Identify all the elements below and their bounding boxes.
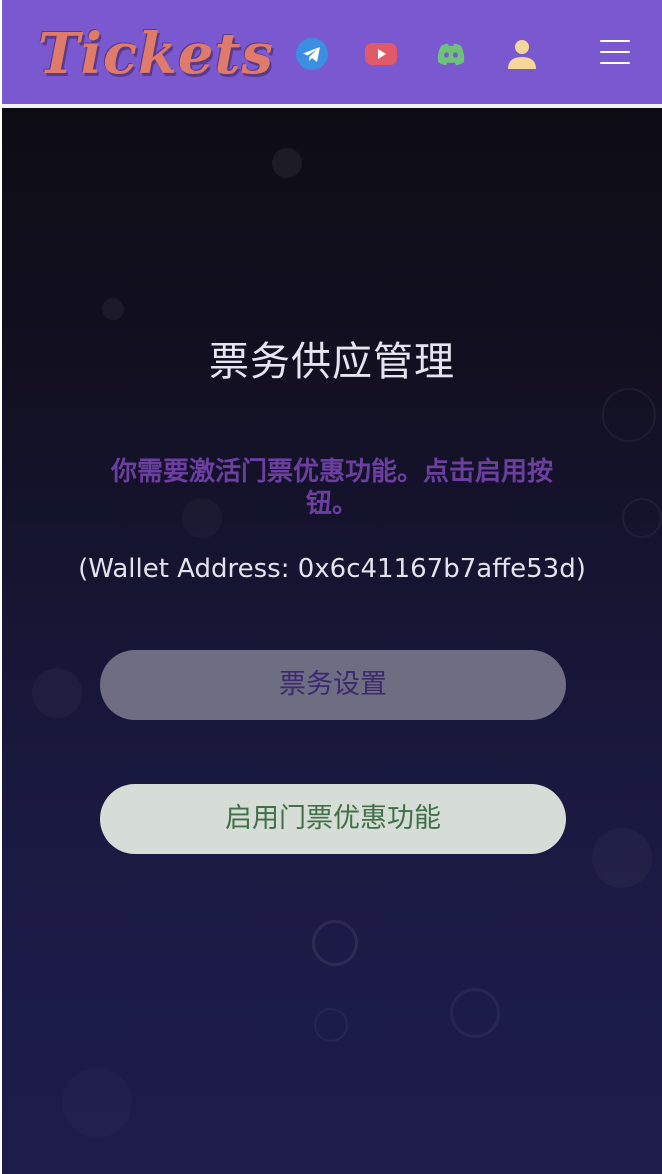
menu-icon[interactable]	[600, 40, 632, 66]
activation-notice: 你需要激活门票优惠功能。点击启用按钮。	[110, 457, 553, 519]
bokeh-decoration	[32, 668, 82, 718]
menu-line	[600, 51, 630, 53]
bokeh-decoration	[602, 388, 656, 442]
wallet-address: (Wallet Address: 0x6c41167b7affe53d)	[78, 554, 586, 584]
bokeh-decoration	[314, 1008, 348, 1042]
page-title: 票务供应管理	[209, 339, 455, 385]
bokeh-decoration	[312, 920, 358, 966]
menu-line	[600, 40, 630, 42]
menu-line	[600, 62, 630, 64]
bokeh-decoration	[592, 828, 652, 888]
top-navbar: Tickets	[2, 0, 662, 104]
app-page: Tickets 票务供应管理 你需要激活门票优惠功能。点击启用按钮。 (Wall…	[0, 0, 662, 1174]
bokeh-decoration	[102, 298, 124, 320]
main-content: 票务供应管理 你需要激活门票优惠功能。点击启用按钮。 (Wallet Addre…	[2, 108, 662, 1174]
user-icon[interactable]	[505, 37, 539, 71]
youtube-icon[interactable]	[364, 37, 398, 71]
telegram-icon[interactable]	[295, 37, 329, 71]
discord-icon[interactable]	[434, 37, 468, 71]
bokeh-decoration	[622, 498, 662, 538]
bokeh-decoration	[62, 1068, 132, 1138]
bokeh-decoration	[450, 988, 500, 1038]
bokeh-decoration	[272, 148, 302, 178]
tickets-logo[interactable]: Tickets	[38, 18, 274, 90]
enable-discount-button[interactable]: 启用门票优惠功能	[100, 784, 566, 854]
ticket-settings-button[interactable]: 票务设置	[100, 650, 566, 720]
